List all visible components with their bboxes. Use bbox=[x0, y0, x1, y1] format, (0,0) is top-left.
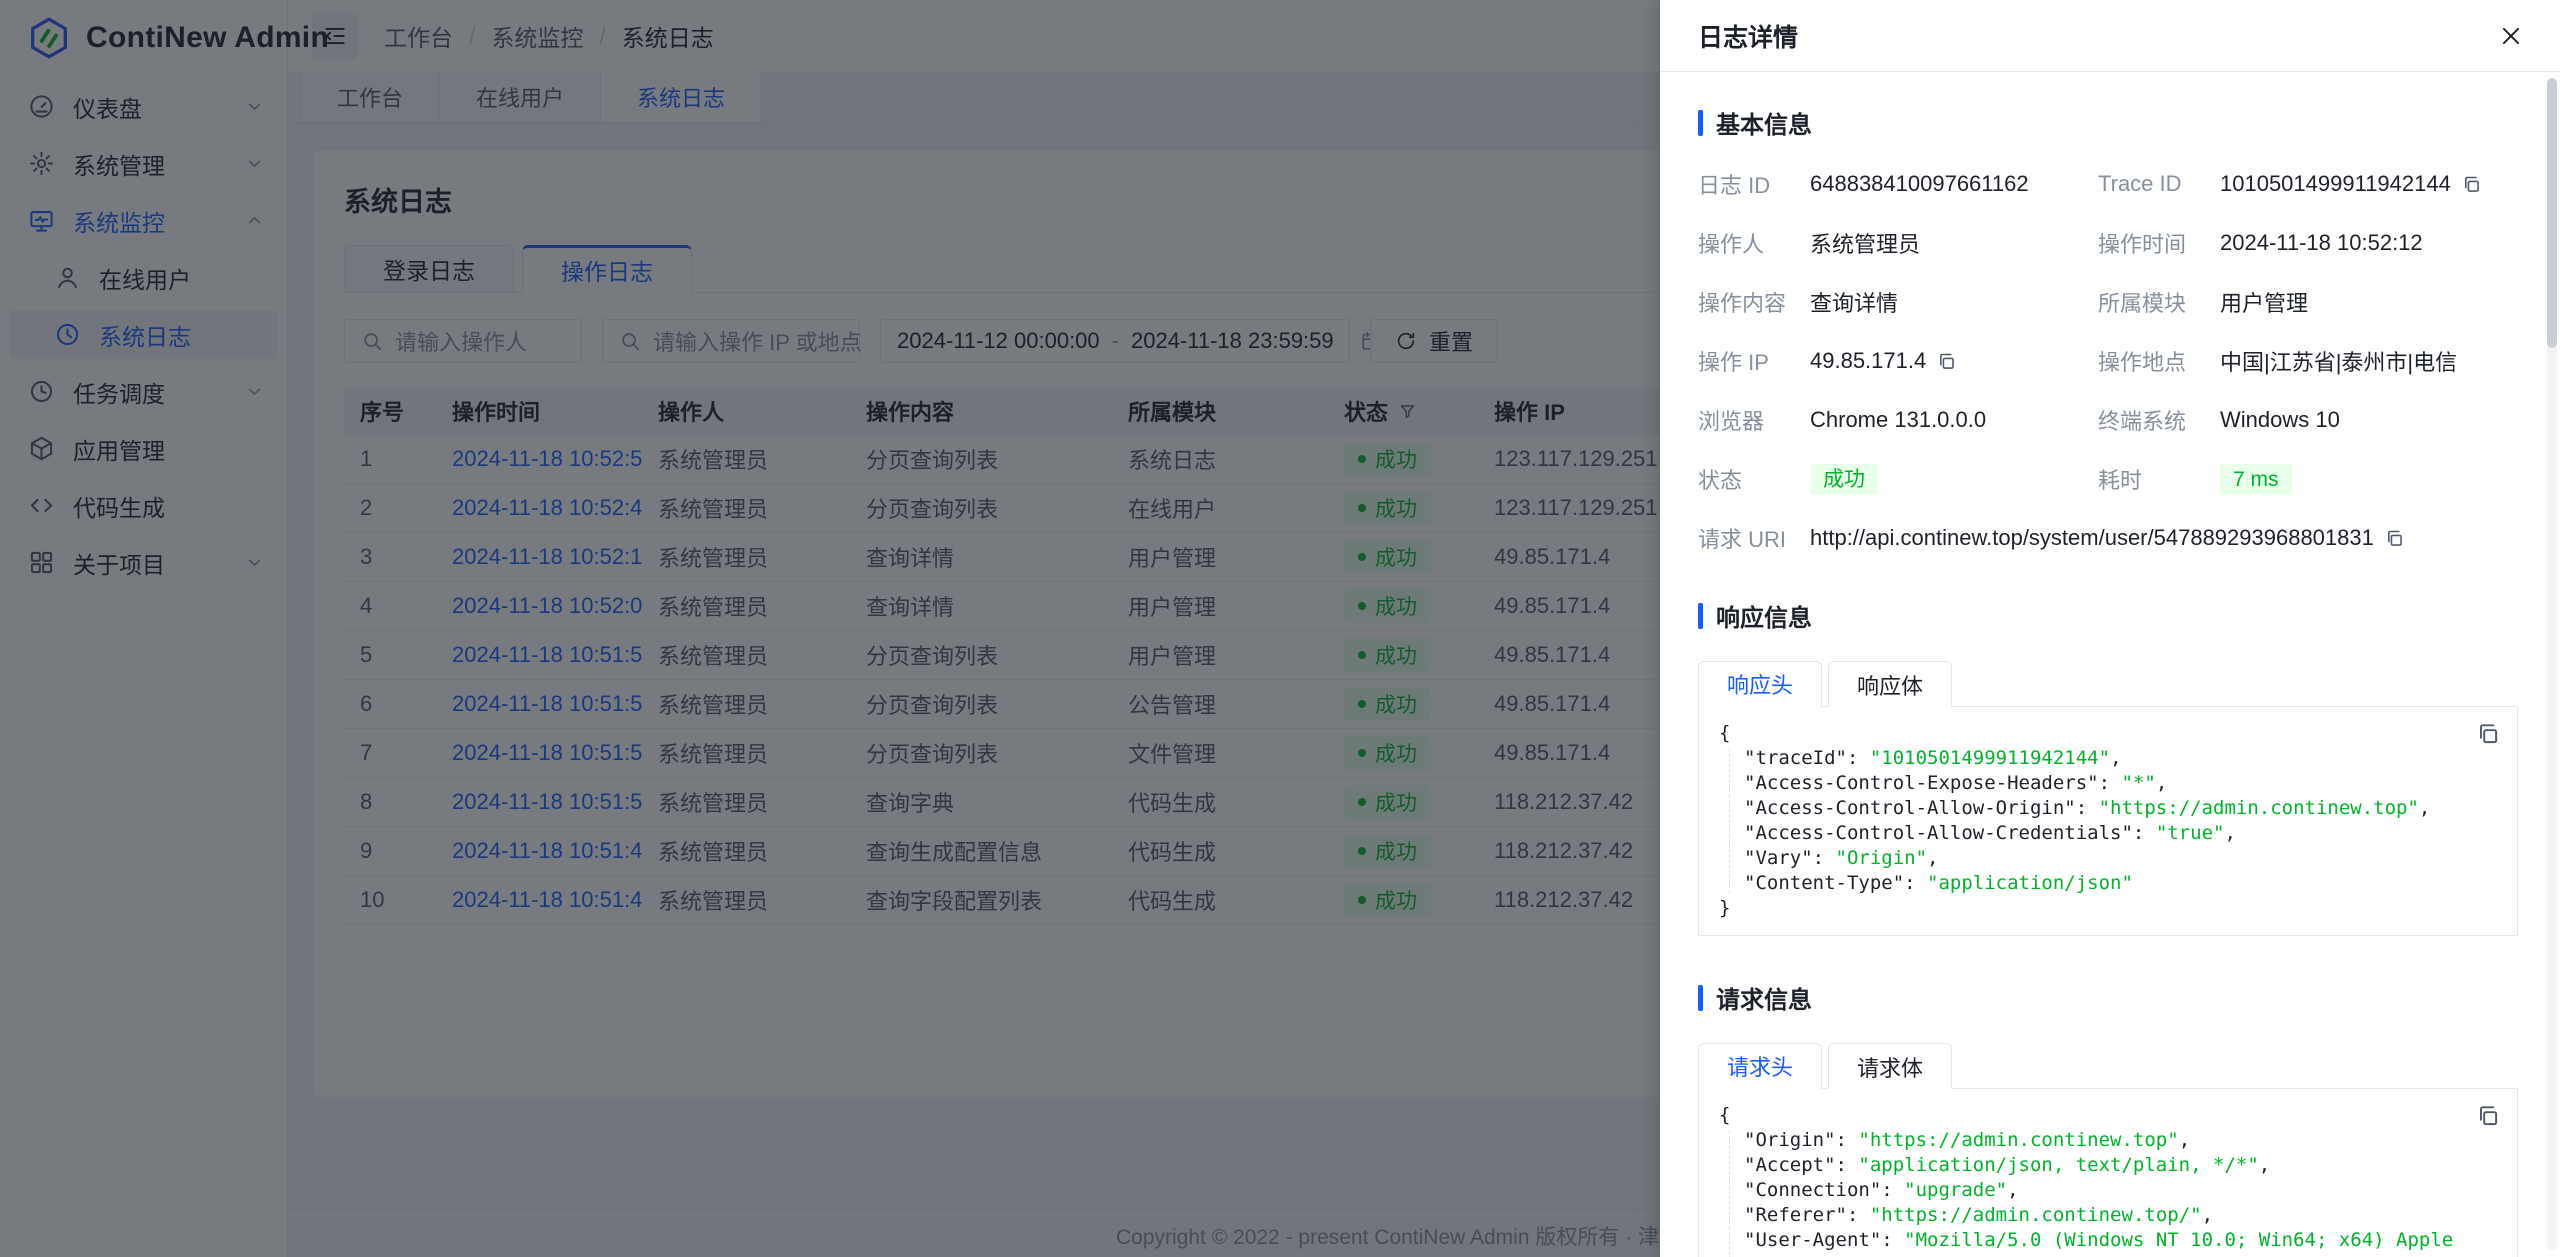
json-line: "Accept": "application/json, text/plain,… bbox=[1719, 1153, 2461, 1178]
field-label-浏览器: 浏览器 bbox=[1698, 404, 1794, 436]
field-value-所属模块: 用户管理 bbox=[2220, 286, 2518, 318]
basic-info-fields: 日志 ID 648838410097661162 Trace ID 101050149… bbox=[1698, 168, 2518, 554]
json-line: "Connection": "upgrade", bbox=[1719, 1178, 2461, 1203]
section-head: 响应信息 bbox=[1698, 598, 2518, 633]
copy-icon[interactable] bbox=[2475, 721, 2501, 747]
status-tag: 成功 bbox=[1810, 464, 1878, 495]
json-line: "Vary": "Origin", bbox=[1719, 846, 2461, 871]
field-value-浏览器: Chrome 131.0.0.0 bbox=[1810, 407, 2082, 433]
copy-icon[interactable] bbox=[2384, 528, 2405, 549]
field-label-请求 URI: 请求 URI bbox=[1698, 522, 1794, 554]
scrollbar-thumb[interactable] bbox=[2547, 78, 2557, 348]
copy-icon[interactable] bbox=[2461, 174, 2482, 195]
field-label-操作时间: 操作时间 bbox=[2098, 227, 2204, 259]
tab-响应头[interactable]: 响应头 bbox=[1698, 661, 1822, 707]
json-line: "Access-Control-Allow-Origin": "https://… bbox=[1719, 796, 2461, 821]
field-value-耗时: 7 ms bbox=[2220, 464, 2518, 495]
field-label-操作 IP: 操作 IP bbox=[1698, 345, 1794, 377]
copy-icon[interactable] bbox=[2475, 1103, 2501, 1129]
request-headers-code: {"Origin": "https://admin.continew.top",… bbox=[1698, 1088, 2518, 1257]
section-head: 请求信息 bbox=[1698, 980, 2518, 1015]
basic-info-section: 基本信息 日志 ID 648838410097661162 Trace ID 1010… bbox=[1698, 105, 2518, 554]
response-info-title: 响应信息 bbox=[1716, 598, 1812, 633]
tab-请求头[interactable]: 请求头 bbox=[1698, 1043, 1822, 1089]
drawer-header: 日志详情 bbox=[1660, 0, 2560, 72]
json-line: "Access-Control-Allow-Credentials": "tru… bbox=[1719, 821, 2461, 846]
log-detail-drawer: 日志详情 基本信息 日志 ID 648838410097661162 Trace I… bbox=[1660, 0, 2560, 1257]
field-label-操作地点: 操作地点 bbox=[2098, 345, 2204, 377]
field-label-耗时: 耗时 bbox=[2098, 463, 2204, 495]
json-line: "Access-Control-Expose-Headers": "*", bbox=[1719, 771, 2461, 796]
status-tag: 7 ms bbox=[2220, 464, 2292, 495]
field-value-操作内容: 查询详情 bbox=[1810, 286, 2082, 318]
section-accent-bar bbox=[1698, 603, 1703, 629]
json-line: } bbox=[1719, 896, 2461, 921]
copy-icon[interactable] bbox=[1936, 351, 1957, 372]
section-accent-bar bbox=[1698, 985, 1703, 1011]
field-label-操作人: 操作人 bbox=[1698, 227, 1794, 259]
json-line: { bbox=[1719, 1103, 2461, 1128]
field-label-所属模块: 所属模块 bbox=[2098, 286, 2204, 318]
field-value-状态: 成功 bbox=[1810, 464, 2082, 495]
tab-响应体[interactable]: 响应体 bbox=[1828, 661, 1952, 707]
json-line: "User-Agent": "Mozilla/5.0 (Windows NT 1… bbox=[1719, 1228, 2461, 1257]
request-info-section: 请求信息 请求头请求体 {"Origin": "https://admin.co… bbox=[1698, 980, 2518, 1257]
field-value-请求 URI: http://api.continew.top/system/user/5478… bbox=[1810, 525, 2518, 551]
section-head: 基本信息 bbox=[1698, 105, 2518, 140]
field-value-操作人: 系统管理员 bbox=[1810, 227, 2082, 259]
json-line: { bbox=[1719, 721, 2461, 746]
field-label-终端系统: 终端系统 bbox=[2098, 404, 2204, 436]
field-label-状态: 状态 bbox=[1698, 463, 1794, 495]
field-value-操作地点: 中国|江苏省|泰州市|电信 bbox=[2220, 345, 2518, 377]
json-line: "traceId": "1010501499911942144", bbox=[1719, 746, 2461, 771]
field-value-操作 IP: 49.85.171.4 bbox=[1810, 348, 2082, 374]
tab-请求体[interactable]: 请求体 bbox=[1828, 1043, 1952, 1089]
response-headers-code: {"traceId": "1010501499911942144","Acces… bbox=[1698, 706, 2518, 936]
basic-info-title: 基本信息 bbox=[1716, 105, 1812, 140]
field-value-操作时间: 2024-11-18 10:52:12 bbox=[2220, 230, 2518, 256]
field-label-日志 ID: 日志 ID bbox=[1698, 168, 1794, 200]
field-value-Trace ID: 1010501499911942144 bbox=[2220, 171, 2518, 197]
field-value-日志 ID: 648838410097661162 bbox=[1810, 171, 2082, 197]
json-line: "Referer": "https://admin.continew.top/"… bbox=[1719, 1203, 2461, 1228]
field-label-Trace ID: Trace ID bbox=[2098, 171, 2204, 197]
request-tabs: 请求头请求体 bbox=[1698, 1043, 2518, 1088]
section-accent-bar bbox=[1698, 110, 1703, 136]
drawer-scrollbar[interactable] bbox=[2547, 78, 2557, 1251]
drawer-title: 日志详情 bbox=[1698, 18, 1798, 54]
request-info-title: 请求信息 bbox=[1716, 980, 1812, 1015]
response-info-section: 响应信息 响应头响应体 {"traceId": "101050149991194… bbox=[1698, 598, 2518, 936]
close-icon[interactable] bbox=[2492, 17, 2530, 55]
field-label-操作内容: 操作内容 bbox=[1698, 286, 1794, 318]
json-line: "Origin": "https://admin.continew.top", bbox=[1719, 1128, 2461, 1153]
json-line: "Content-Type": "application/json" bbox=[1719, 871, 2461, 896]
field-value-终端系统: Windows 10 bbox=[2220, 407, 2518, 433]
response-tabs: 响应头响应体 bbox=[1698, 661, 2518, 706]
drawer-body: 基本信息 日志 ID 648838410097661162 Trace ID 1010… bbox=[1660, 73, 2544, 1257]
